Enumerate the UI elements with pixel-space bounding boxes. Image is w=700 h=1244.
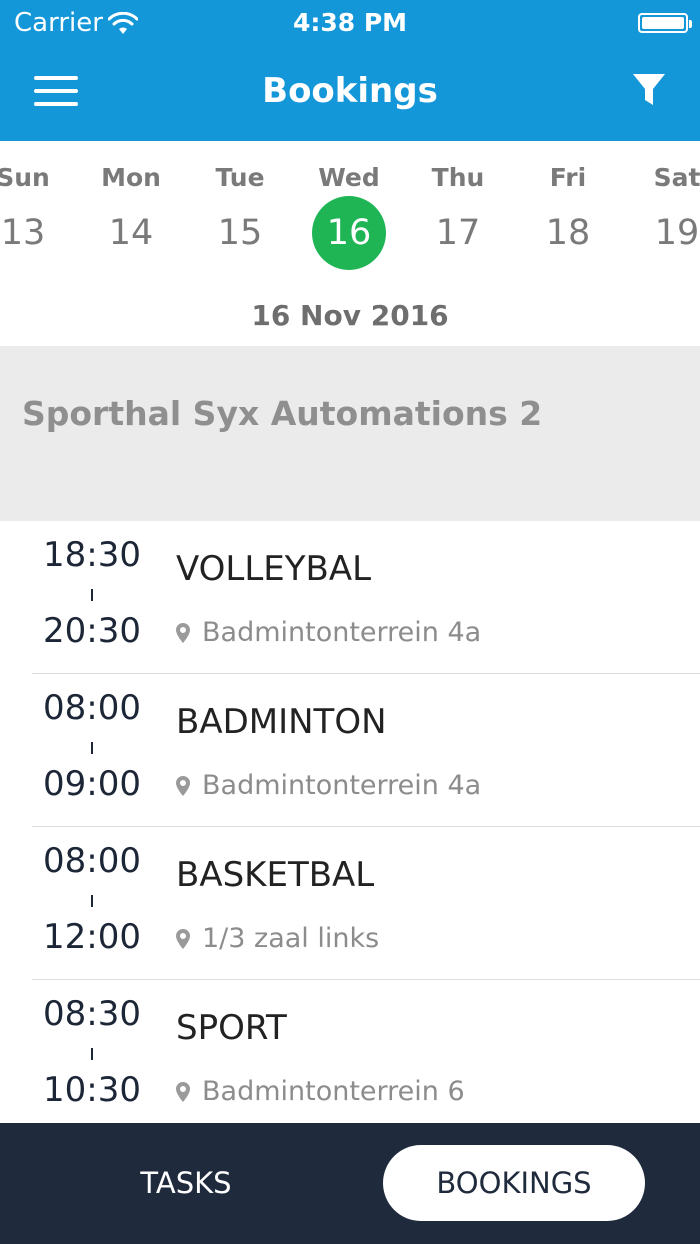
start-time: 08:00 — [43, 841, 141, 881]
day-number: 13 — [0, 213, 46, 253]
day-name: Mon — [101, 163, 161, 192]
battery-icon — [638, 13, 692, 33]
booking-row[interactable]: 18:30 20:30 VOLLEYBAL Badmintonterrein 4… — [0, 521, 700, 674]
selected-date-label: 16 Nov 2016 — [251, 299, 449, 332]
map-pin-icon — [176, 776, 190, 796]
booking-times: 08:00 09:00 — [30, 688, 154, 804]
day-name: Sat — [653, 163, 700, 192]
tab-tasks[interactable]: TASKS — [86, 1145, 286, 1221]
booking-times: 18:30 20:30 — [30, 535, 154, 651]
booking-times: 08:00 12:00 — [30, 841, 154, 957]
day-number-selected: 16 — [312, 196, 386, 270]
map-pin-icon — [176, 929, 190, 949]
location-label: Badmintonterrein 6 — [202, 1076, 465, 1107]
map-pin-icon — [176, 1082, 190, 1102]
day-sat[interactable]: Sat 19 — [627, 163, 700, 263]
booking-row[interactable]: 08:00 12:00 BASKETBAL 1/3 zaal links — [0, 827, 700, 980]
booking-list: 18:30 20:30 VOLLEYBAL Badmintonterrein 4… — [0, 521, 700, 1133]
day-name: Thu — [431, 163, 485, 192]
booking-row[interactable]: 08:00 09:00 BADMINTON Badmintonterrein 4… — [0, 674, 700, 827]
venue-section-header: Sporthal Syx Automations 2 — [0, 346, 700, 521]
end-time: 09:00 — [43, 764, 141, 804]
start-time: 08:30 — [43, 994, 141, 1034]
location-label: Badmintonterrein 4a — [202, 617, 482, 648]
booking-activity: SPORT — [176, 1008, 287, 1048]
status-time: 4:38 PM — [292, 8, 408, 37]
booking-activity: BADMINTON — [176, 702, 387, 742]
day-number: 18 — [545, 213, 591, 253]
booking-row[interactable]: 08:30 10:30 SPORT Badmintonterrein 6 — [0, 980, 700, 1133]
day-fri[interactable]: Fri 18 — [518, 163, 618, 263]
day-sun[interactable]: Sun 13 — [0, 163, 73, 263]
day-number: 14 — [108, 213, 154, 253]
time-separator — [91, 589, 93, 601]
booking-times: 08:30 10:30 — [30, 994, 154, 1110]
time-separator — [91, 742, 93, 754]
day-name: Tue — [215, 163, 265, 192]
week-day-picker: Sun 13 Mon 14 Tue 15 Wed 16 Thu 17 Fri 1… — [0, 141, 700, 345]
app-header: Carrier 4:38 PM Bookings — [0, 0, 700, 141]
start-time: 18:30 — [43, 535, 141, 575]
end-time: 20:30 — [43, 611, 141, 651]
time-separator — [91, 895, 93, 907]
time-separator — [91, 1048, 93, 1060]
day-number: 17 — [435, 213, 481, 253]
filter-icon[interactable] — [632, 72, 666, 108]
day-name: Fri — [549, 163, 587, 192]
booking-activity: VOLLEYBAL — [176, 549, 372, 589]
venue-title: Sporthal Syx Automations 2 — [22, 394, 543, 433]
bottom-tab-bar: TASKS BOOKINGS — [0, 1123, 700, 1244]
booking-activity: BASKETBAL — [176, 855, 375, 895]
start-time: 08:00 — [43, 688, 141, 728]
day-number: 19 — [654, 213, 700, 253]
booking-location: Badmintonterrein 4a — [176, 770, 481, 801]
location-label: Badmintonterrein 4a — [202, 770, 482, 801]
end-time: 10:30 — [43, 1070, 141, 1110]
day-thu[interactable]: Thu 17 — [408, 163, 508, 263]
day-name: Sun — [0, 163, 50, 192]
day-number: 15 — [217, 213, 263, 253]
day-tue[interactable]: Tue 15 — [190, 163, 290, 263]
status-bar: Carrier 4:38 PM — [0, 0, 700, 46]
booking-location: Badmintonterrein 4a — [176, 617, 481, 648]
booking-location: 1/3 zaal links — [176, 923, 379, 954]
booking-location: Badmintonterrein 6 — [176, 1076, 465, 1107]
day-mon[interactable]: Mon 14 — [81, 163, 181, 263]
map-pin-icon — [176, 623, 190, 643]
end-time: 12:00 — [43, 917, 141, 957]
tab-bookings-active[interactable]: BOOKINGS — [383, 1145, 645, 1221]
page-title: Bookings — [262, 71, 438, 111]
location-label: 1/3 zaal links — [202, 923, 380, 954]
day-wed-selected[interactable]: Wed 16 — [299, 163, 399, 270]
